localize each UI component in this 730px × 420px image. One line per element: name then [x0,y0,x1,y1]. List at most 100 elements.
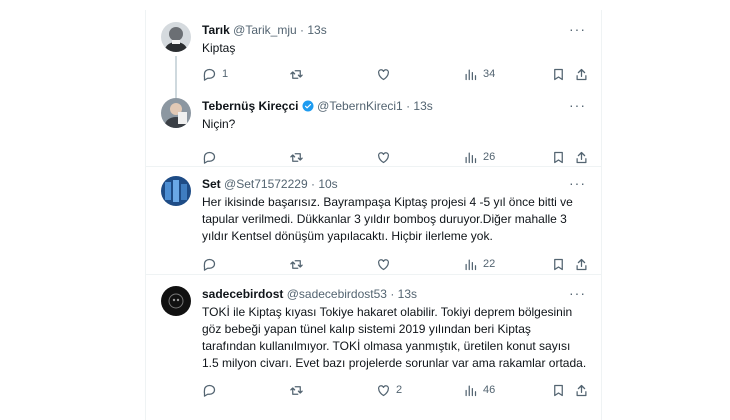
user-handle[interactable]: @TebernKireci1 [317,99,403,113]
retweet-button[interactable] [289,256,304,272]
bookmark-button[interactable] [551,149,566,165]
share-button[interactable] [574,256,589,272]
share-icon [576,258,587,270]
views-count: 26 [483,151,496,163]
separator-dot: · [390,287,395,301]
retweet-button[interactable] [289,66,304,82]
avatar-image [161,176,191,206]
timeline: Tarık @Tarik_mju · 13s ··· Kiptaş 1 34 T… [145,10,602,420]
tweet-header: Tarık @Tarik_mju · 13s [202,23,327,38]
reply-button[interactable] [202,149,217,165]
share-icon [576,68,587,80]
views-button[interactable]: 34 [463,66,495,82]
tweet-3[interactable]: Set @Set71572229 · 10s ··· Her ikisinde … [146,167,601,274]
tweet-text: Her ikisinde başarısız. Bayrampaşa Kipta… [202,195,573,243]
tweet-text: TOKİ ile Kiptaş kıyası Tokiye hakaret ol… [202,305,587,370]
views-chart-icon [465,259,477,270]
timestamp[interactable]: 13s [413,99,432,113]
heart-icon [378,258,389,270]
share-icon [576,384,587,396]
display-name[interactable]: Set [202,177,221,191]
more-options-icon[interactable]: ··· [569,286,586,300]
views-chart-icon [465,152,477,163]
bookmark-icon [554,258,563,270]
bookmark-button[interactable] [551,256,566,272]
retweet-icon [290,259,303,269]
separator-dot: · [310,177,315,191]
heart-icon [378,151,389,163]
more-options-icon[interactable]: ··· [569,176,586,190]
like-button[interactable] [376,256,391,272]
views-chart-icon [465,385,477,396]
tweet-header: Tebernüş Kireçci @TebernKireci1 · 13s [202,99,433,114]
retweet-icon [290,69,303,79]
reply-button[interactable] [202,382,217,398]
share-button[interactable] [574,382,589,398]
retweet-button[interactable] [289,382,304,398]
reply-button[interactable]: 1 [202,66,228,82]
like-button[interactable] [376,149,391,165]
user-handle[interactable]: @Set71572229 [224,177,308,191]
like-button[interactable] [376,66,391,82]
bookmark-icon [554,68,563,80]
like-button[interactable]: 2 [376,382,402,398]
tweet-4[interactable]: sadecebirdost @sadecebirdost53 · 13s ···… [146,275,601,410]
separator-dot: · [300,23,305,37]
separator-dot: · [406,99,411,113]
views-button[interactable]: 22 [463,256,495,272]
views-count: 22 [483,258,496,270]
tweet-actions: 22 [202,256,587,272]
timestamp[interactable]: 13s [398,287,417,301]
heart-icon [378,384,389,396]
retweet-icon [290,152,303,162]
avatar-image [161,98,191,128]
tweet-1[interactable]: Tarık @Tarik_mju · 13s ··· Kiptaş 1 34 [146,10,601,98]
more-options-icon[interactable]: ··· [569,22,586,36]
bookmark-button[interactable] [551,66,566,82]
reply-icon [203,68,216,81]
reply-icon [203,151,216,164]
bookmark-icon [554,384,563,396]
timestamp[interactable]: 10s [318,177,337,191]
like-count: 2 [396,384,403,396]
display-name[interactable]: Tebernüş Kireçci [202,99,298,113]
views-button[interactable]: 26 [463,149,495,165]
reply-icon [203,258,216,271]
tweet-header: Set @Set71572229 · 10s [202,177,338,192]
share-button[interactable] [574,66,589,82]
reply-button[interactable] [202,256,217,272]
tweet-2[interactable]: Tebernüş Kireçci @TebernKireci1 · 13s ··… [146,92,601,166]
tweet-actions: 1 34 [202,66,587,82]
bookmark-icon [554,151,563,163]
tweet-actions: 26 [202,149,587,165]
retweet-icon [290,385,303,395]
avatar[interactable] [161,98,191,128]
share-button[interactable] [574,149,589,165]
reply-count: 1 [222,68,229,80]
views-chart-icon [465,69,477,80]
display-name[interactable]: Tarık [202,23,230,37]
views-count: 46 [483,384,496,396]
avatar[interactable] [161,286,191,316]
avatar-image [161,286,191,316]
user-handle[interactable]: @Tarik_mju [233,23,297,37]
reply-icon [203,384,216,397]
user-handle[interactable]: @sadecebirdost53 [287,287,387,301]
bookmark-button[interactable] [551,382,566,398]
tweet-text: Niçin? [202,117,236,131]
avatar[interactable] [161,176,191,206]
tweet-header: sadecebirdost @sadecebirdost53 · 13s [202,287,417,302]
share-icon [576,151,587,163]
views-count: 34 [483,68,496,80]
heart-icon [378,68,389,80]
display-name[interactable]: sadecebirdost [202,287,283,301]
avatar[interactable] [161,22,191,52]
more-options-icon[interactable]: ··· [569,98,586,112]
tweet-text: Kiptaş [202,41,236,55]
views-button[interactable]: 46 [463,382,495,398]
retweet-button[interactable] [289,149,304,165]
verified-badge-icon [302,99,317,113]
tweet-actions: 2 46 [202,382,587,398]
timestamp[interactable]: 13s [307,23,326,37]
avatar-image [161,22,191,52]
